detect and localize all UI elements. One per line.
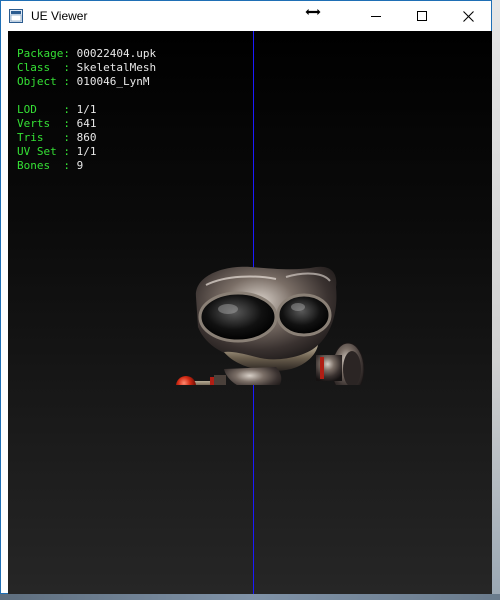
desktop-background-edge <box>492 0 500 600</box>
info-value: 641 <box>76 117 97 130</box>
taskbar-edge <box>0 594 500 600</box>
info-label: UV Set <box>17 145 64 158</box>
maximize-icon <box>417 11 427 21</box>
info-label: Package <box>17 47 64 60</box>
info-value: 9 <box>76 159 84 172</box>
info-value: 860 <box>76 131 97 144</box>
info-row-verts: Verts : 641 <box>17 117 97 130</box>
title-bar[interactable]: UE Viewer <box>1 1 491 31</box>
info-label: Verts <box>17 117 64 130</box>
close-button[interactable] <box>445 1 491 31</box>
info-label: Object <box>17 75 64 88</box>
info-value: 1/1 <box>76 103 97 116</box>
info-row-package: Package: 00022404.upk <box>17 47 157 60</box>
ue-viewer-window: UE Viewer Package: 00022404.upk Class : … <box>0 0 492 594</box>
info-row-uvset: UV Set : 1/1 <box>17 145 97 158</box>
info-label: Bones <box>17 159 64 172</box>
info-row-tris: Tris : 860 <box>17 131 97 144</box>
info-value: 010046_LynM <box>76 75 150 88</box>
maximize-button[interactable] <box>399 1 445 31</box>
skeletal-mesh-render[interactable] <box>166 257 372 385</box>
minimize-icon <box>371 16 381 17</box>
horizontal-resize-cursor-icon <box>304 7 322 17</box>
minimize-button[interactable] <box>353 1 399 31</box>
ue-viewer-app-icon <box>9 9 23 23</box>
info-row-lod: LOD : 1/1 <box>17 103 97 116</box>
info-value: 1/1 <box>76 145 97 158</box>
info-row-object: Object : 010046_LynM <box>17 75 150 88</box>
info-value: 00022404.upk <box>76 47 157 60</box>
info-value: SkeletalMesh <box>76 61 157 74</box>
mesh-info-overlay: Package: 00022404.upk Class : SkeletalMe… <box>17 47 156 173</box>
info-label: Class <box>17 61 64 74</box>
info-row-bones: Bones : 9 <box>17 159 84 172</box>
info-label: LOD <box>17 103 64 116</box>
close-icon <box>462 10 474 22</box>
3d-viewport[interactable]: Package: 00022404.upk Class : SkeletalMe… <box>8 31 492 594</box>
window-title: UE Viewer <box>31 9 88 23</box>
info-label: Tris <box>17 131 64 144</box>
info-row-class: Class : SkeletalMesh <box>17 61 157 74</box>
